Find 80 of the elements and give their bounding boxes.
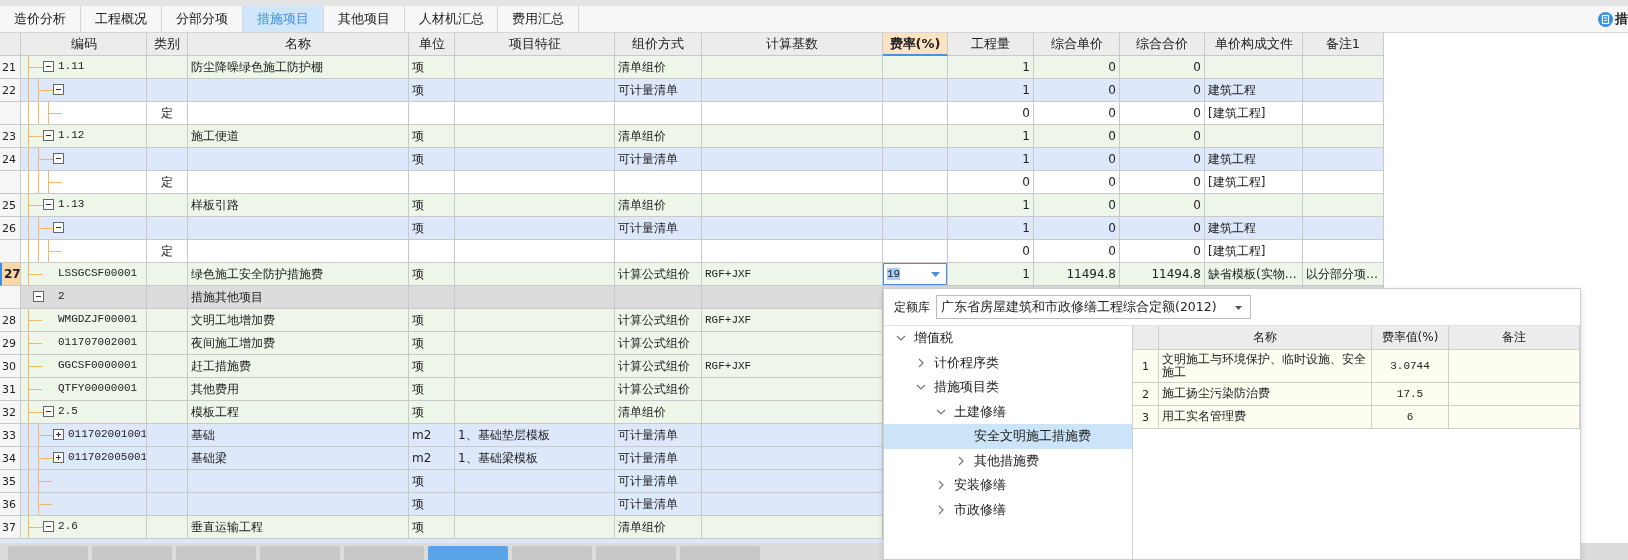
tree-item[interactable]: 安全文明施工措施费	[884, 424, 1132, 449]
collapse-icon[interactable]	[43, 521, 54, 532]
column-header[interactable]: 类别	[147, 33, 188, 56]
row-number: 26	[0, 217, 21, 240]
item-code: 2	[58, 290, 66, 302]
column-header[interactable]: 单价构成文件	[1205, 33, 1303, 56]
tab[interactable]: 人材机汇总	[405, 6, 498, 32]
column-header[interactable]: 项目特征	[455, 33, 615, 56]
expand-icon[interactable]	[53, 429, 64, 440]
tab[interactable]: 费用汇总	[498, 6, 579, 32]
tab[interactable]: 造价分析	[0, 6, 81, 32]
collapse-icon[interactable]	[43, 130, 54, 141]
collapse-icon[interactable]	[43, 61, 54, 72]
collapse-icon[interactable]	[53, 153, 64, 164]
column-header[interactable]: 名称	[188, 33, 409, 56]
measure-button[interactable]: 措	[1594, 6, 1628, 32]
item-code: 011702001001	[68, 428, 146, 440]
row-number: 32	[0, 401, 21, 424]
tree-item[interactable]: 措施项目类	[884, 375, 1132, 400]
column-header[interactable]: 工程量	[948, 33, 1034, 56]
collapse-icon[interactable]	[53, 222, 64, 233]
document-icon	[1598, 11, 1613, 27]
item-code: GGCSF0000001	[58, 359, 139, 371]
library-select[interactable]: 广东省房屋建筑和市政修缮工程综合定额(2012)	[936, 295, 1251, 319]
row-number: 3	[1133, 406, 1159, 429]
row-number: 36	[0, 493, 21, 516]
dropdown-icon[interactable]	[931, 271, 940, 277]
expand-icon[interactable]	[53, 452, 64, 463]
item-code: 011707002001	[58, 336, 139, 348]
row-number: 23	[0, 125, 21, 148]
row-number: 21	[0, 56, 21, 79]
row-number: 33	[0, 424, 21, 447]
column-header[interactable]: 组价方式	[615, 33, 702, 56]
chevron-right-icon[interactable]	[916, 357, 926, 368]
row-number: 31	[0, 378, 21, 401]
row-number: 35	[0, 470, 21, 493]
rate-field[interactable]: 19	[883, 263, 947, 285]
library-label: 定额库	[894, 298, 930, 316]
item-code: 1.13	[58, 198, 86, 210]
tree-item[interactable]: 市政修缮	[884, 497, 1132, 522]
chevron-right-icon[interactable]	[956, 455, 966, 466]
tree-item[interactable]: 土建修缮	[884, 399, 1132, 424]
row-number: 29	[0, 332, 21, 355]
column-header[interactable]: 备注1	[1303, 33, 1384, 56]
item-code: 2.5	[58, 405, 79, 417]
tree-item[interactable]: 增值税	[884, 326, 1132, 351]
chevron-right-icon[interactable]	[936, 480, 946, 491]
chevron-right-icon[interactable]	[936, 504, 946, 515]
column-header[interactable]: 计算基数	[702, 33, 883, 56]
item-code: 1.11	[58, 60, 86, 72]
row-number: 28	[0, 309, 21, 332]
column-header[interactable]: 编码	[21, 33, 147, 56]
item-code: 011702005001	[68, 451, 146, 463]
collapse-icon[interactable]	[53, 84, 64, 95]
column-header[interactable]: 综合合价	[1120, 33, 1205, 56]
row-number: 22	[0, 79, 21, 102]
column-header[interactable]: 综合单价	[1034, 33, 1120, 56]
collapse-icon[interactable]	[43, 406, 54, 417]
item-code: 1.12	[58, 129, 86, 141]
row-number: 34	[0, 447, 21, 470]
column-header[interactable]: 费率(%)	[883, 33, 948, 56]
row-number: 30	[0, 355, 21, 378]
tree-item[interactable]: 其他措施费	[884, 448, 1132, 473]
tree-item[interactable]: 计价程序类	[884, 350, 1132, 375]
tree-item[interactable]: 安装修缮	[884, 473, 1132, 498]
row-number: 25	[0, 194, 21, 217]
table-cell: 6	[1372, 406, 1449, 429]
tab[interactable]: 工程概况	[81, 6, 162, 32]
collapse-icon[interactable]	[43, 199, 54, 210]
row-number: 24	[0, 148, 21, 171]
item-code: QTFY00000001	[58, 382, 139, 394]
table-cell: 用工实名管理费	[1159, 406, 1372, 429]
item-code: 2.6	[58, 520, 79, 532]
row-number: 37	[0, 516, 21, 539]
item-code: LSSGCSF00001	[58, 267, 139, 279]
item-code: WMGDZJF00001	[58, 313, 139, 325]
column-header[interactable]: 单位	[409, 33, 455, 56]
row-number: 27	[0, 263, 21, 286]
tab[interactable]: 其他项目	[324, 6, 405, 32]
collapse-icon[interactable]	[33, 291, 44, 302]
